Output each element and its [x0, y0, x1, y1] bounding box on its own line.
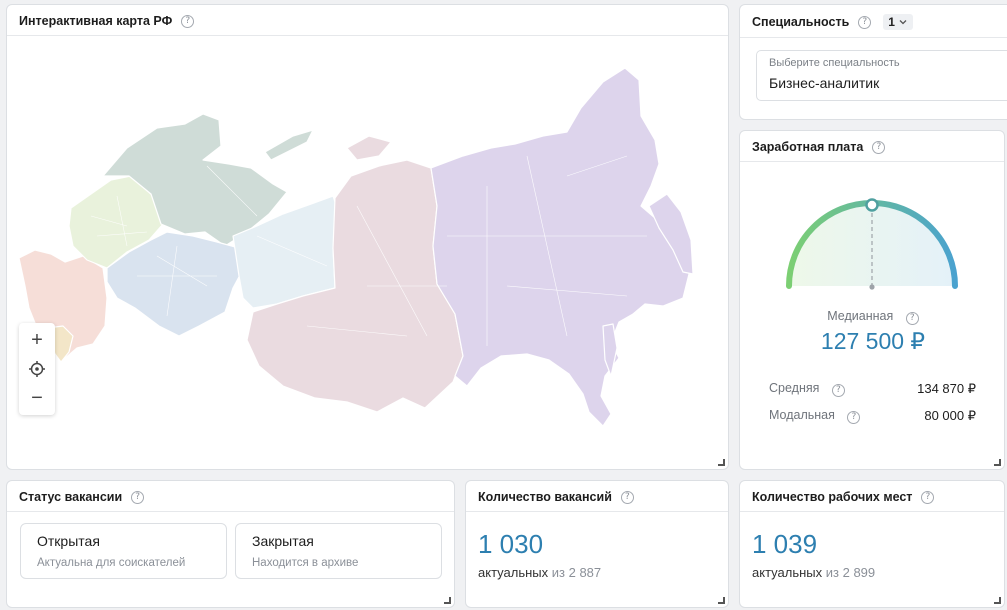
status-open-desc: Актуальна для соискателей — [37, 557, 186, 569]
divider — [740, 511, 1004, 512]
status-open-label: Открытая — [37, 533, 100, 549]
vacancies-count: 1 030 — [478, 529, 544, 559]
workplaces-total: из 2 899 — [825, 565, 876, 580]
workplaces-panel: Количество рабочих мест ? 1 039 актуальн… — [739, 480, 1005, 608]
status-closed-desc: Находится в архиве — [252, 557, 359, 569]
salary-gauge — [786, 198, 958, 290]
crosshair-icon[interactable] — [19, 354, 55, 384]
vacancies-panel: Количество вакансий ? 1 030 актуальных и… — [465, 480, 729, 608]
resize-handle[interactable] — [994, 459, 1001, 466]
divider — [740, 37, 1007, 38]
help-icon[interactable]: ? — [131, 490, 145, 504]
modal-value: 80 000 ₽ — [924, 408, 976, 423]
zoom-control: + − — [19, 323, 55, 415]
workplaces-count: 1 039 — [752, 529, 818, 559]
help-icon[interactable]: ? — [181, 14, 195, 28]
average-value: 134 870 ₽ — [917, 381, 976, 396]
status-closed-card[interactable]: Закрытая Находится в архиве — [235, 523, 442, 579]
gauge-base-dot — [869, 284, 875, 290]
gauge-marker[interactable] — [865, 198, 879, 212]
help-icon[interactable]: ? — [858, 15, 872, 29]
minus-icon[interactable]: − — [19, 383, 55, 413]
average-label: Средняя — [769, 381, 820, 395]
salary-title: Заработная плата — [752, 140, 864, 154]
plus-icon[interactable]: + — [19, 325, 55, 355]
resize-handle[interactable] — [444, 597, 451, 604]
specialty-placeholder: Выберите специальность — [769, 57, 900, 69]
region-taimyr-isl[interactable] — [346, 135, 392, 161]
divider — [7, 511, 454, 512]
specialty-count: 1 — [888, 15, 895, 29]
specialty-select[interactable]: Выберите специальность Бизнес-аналитик — [756, 50, 1007, 101]
resize-handle[interactable] — [718, 597, 725, 604]
status-title: Статус вакансии — [19, 490, 123, 504]
specialty-panel: Специальность ? 1 Выберите специальность… — [739, 4, 1007, 120]
help-icon[interactable]: ? — [847, 411, 861, 424]
workplaces-actual-label: актуальных — [752, 565, 823, 580]
specialty-value: Бизнес-аналитик — [769, 75, 880, 91]
vacancies-actual-label: актуальных — [478, 565, 549, 580]
map-title: Интерактивная карта РФ — [19, 14, 173, 28]
region-novayazemlya[interactable] — [264, 129, 314, 161]
salary-panel: Заработная плата ? Медианная ? 127 500 ₽… — [739, 130, 1005, 470]
specialty-title: Специальность — [752, 15, 850, 29]
status-closed-label: Закрытая — [252, 533, 314, 549]
help-icon[interactable]: ? — [905, 312, 919, 325]
specialty-count-dropdown[interactable]: 1 — [883, 14, 913, 30]
chevron-down-icon — [899, 20, 907, 25]
median-label: Медианная — [827, 309, 894, 323]
resize-handle[interactable] — [994, 597, 1001, 604]
resize-handle[interactable] — [718, 459, 725, 466]
help-icon[interactable]: ? — [872, 140, 886, 154]
workplaces-title: Количество рабочих мест — [752, 490, 913, 504]
help-icon[interactable]: ? — [921, 490, 935, 504]
help-icon[interactable]: ? — [831, 384, 845, 397]
vacancies-title: Количество вакансий — [478, 490, 612, 504]
region-fareast[interactable] — [430, 67, 690, 427]
status-open-card[interactable]: Открытая Актуальна для соискателей — [20, 523, 227, 579]
modal-label: Модальная — [769, 408, 835, 422]
russia-map[interactable] — [7, 36, 729, 470]
median-value: 127 500 ₽ — [820, 328, 926, 354]
divider — [740, 161, 1004, 162]
map-panel: Интерактивная карта РФ ? + − — [6, 4, 729, 470]
help-icon[interactable]: ? — [620, 490, 634, 504]
divider — [466, 511, 728, 512]
status-panel: Статус вакансии ? Открытая Актуальна для… — [6, 480, 455, 608]
vacancies-total: из 2 887 — [551, 565, 602, 580]
